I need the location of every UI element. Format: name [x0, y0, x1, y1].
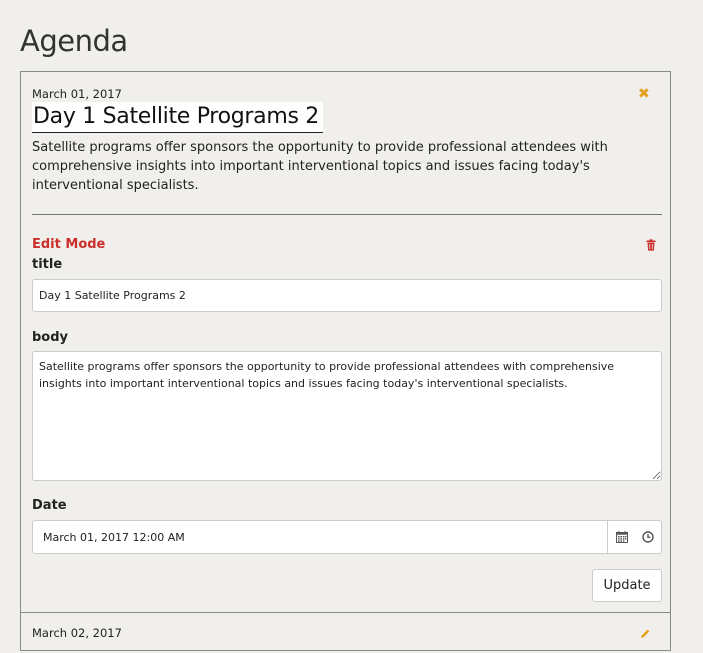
page-title: Agenda — [20, 24, 128, 58]
divider — [32, 214, 662, 215]
clock-icon — [641, 531, 654, 543]
title-input[interactable] — [32, 279, 662, 312]
agenda-item: March 02, 2017 — [21, 612, 670, 653]
edit-mode-label: Edit Mode — [32, 237, 106, 252]
title-field-label: title — [32, 257, 63, 272]
agenda-item-title: Day 1 Satellite Programs 2 — [32, 102, 323, 133]
date-field-label: Date — [32, 498, 67, 513]
update-button[interactable]: Update — [592, 569, 662, 602]
body-field-label: body — [32, 330, 69, 345]
body-textarea[interactable]: Satellite programs offer sponsors the op… — [32, 351, 662, 481]
calendar-button[interactable] — [607, 521, 635, 553]
pencil-icon[interactable] — [639, 628, 651, 640]
calendar-icon — [615, 531, 628, 543]
trash-icon[interactable] — [645, 239, 657, 251]
date-picker — [32, 520, 662, 554]
close-icon[interactable]: ✖ — [638, 87, 650, 101]
agenda-item-date: March 01, 2017 — [32, 87, 122, 101]
agenda-list: March 01, 2017 ✖ Day 1 Satellite Program… — [20, 71, 671, 651]
date-input[interactable] — [33, 521, 607, 553]
agenda-item-body: Satellite programs offer sponsors the op… — [32, 140, 608, 193]
time-button[interactable] — [634, 521, 661, 553]
